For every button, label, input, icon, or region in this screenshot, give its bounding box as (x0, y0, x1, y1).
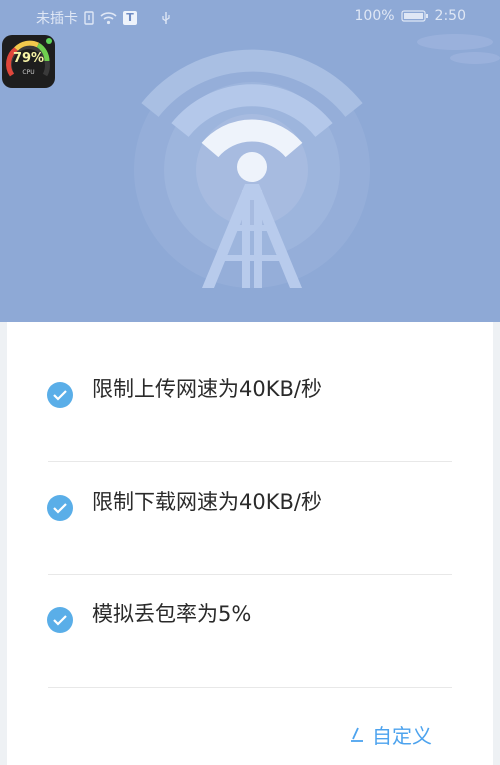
signal-header: 未插卡 T 100% 2:50 79% CPU (0, 0, 500, 322)
options-card: 限制上传网速为40KB/秒 限制下载网速为40KB/秒 模拟丢包率为5% 自定义 (7, 322, 493, 765)
check-icon[interactable] (47, 382, 73, 408)
usb-icon (162, 12, 170, 24)
option-upload-limit[interactable]: 限制上传网速为40KB/秒 (47, 370, 453, 430)
cpu-percent: 79% (12, 51, 45, 66)
battery-percent: 100% (354, 8, 395, 24)
check-icon[interactable] (47, 607, 73, 633)
carrier-text: 未插卡 (36, 11, 78, 27)
cpu-label: CPU (22, 69, 35, 76)
cpu-monitor-widget[interactable]: 79% CPU (2, 35, 55, 88)
wifi-icon (100, 12, 117, 25)
status-bar: 未插卡 T 100% 2:50 (0, 0, 500, 34)
option-label: 限制上传网速为40KB/秒 (92, 377, 322, 401)
divider (48, 687, 452, 688)
sim-alert-icon (84, 11, 94, 25)
custom-label: 自定义 (372, 724, 432, 748)
sim-badge-icon: T (123, 11, 137, 25)
battery-icon (400, 10, 428, 22)
option-label: 模拟丢包率为5% (92, 602, 252, 626)
pencil-icon (351, 727, 363, 742)
clock-time: 2:50 (434, 8, 466, 24)
check-icon[interactable] (47, 495, 73, 521)
signal-tower-illustration (134, 34, 500, 288)
custom-button[interactable]: 自定义 (350, 720, 432, 749)
divider (48, 461, 452, 462)
option-packet-loss[interactable]: 模拟丢包率为5% (47, 595, 453, 655)
option-download-limit[interactable]: 限制下载网速为40KB/秒 (47, 483, 453, 543)
option-label: 限制下载网速为40KB/秒 (92, 490, 322, 514)
divider (48, 574, 452, 575)
